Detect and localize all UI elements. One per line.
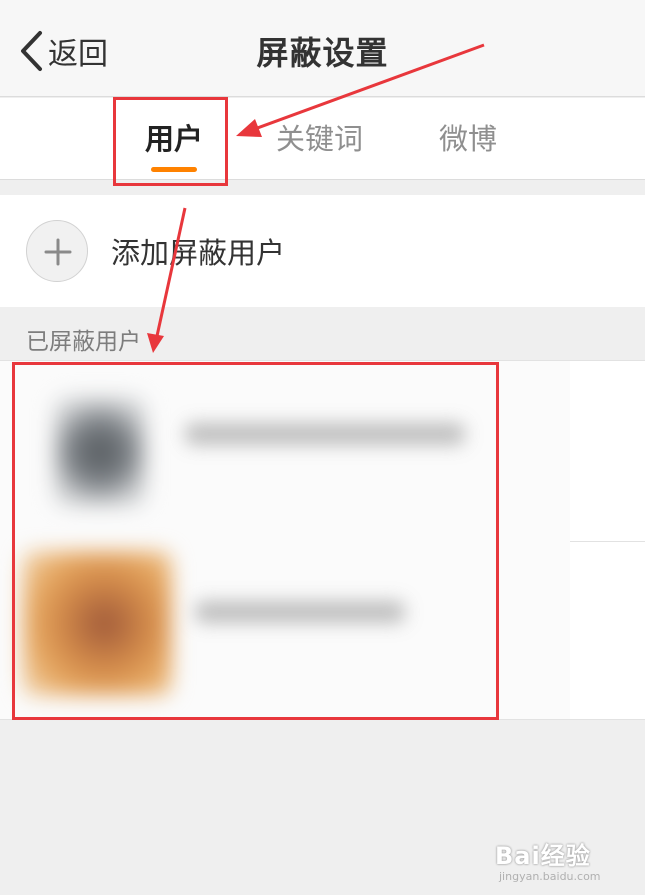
- annotation-arrow-to-list: [147, 207, 187, 353]
- annotation-arrow-to-tab: [236, 43, 485, 137]
- annotation-arrows: [147, 43, 485, 353]
- watermark-logo: Bai经验: [495, 842, 591, 870]
- watermark-url: jingyan.baidu.com: [499, 870, 601, 883]
- watermark: Bai经验 jingyan.baidu.com: [495, 826, 635, 886]
